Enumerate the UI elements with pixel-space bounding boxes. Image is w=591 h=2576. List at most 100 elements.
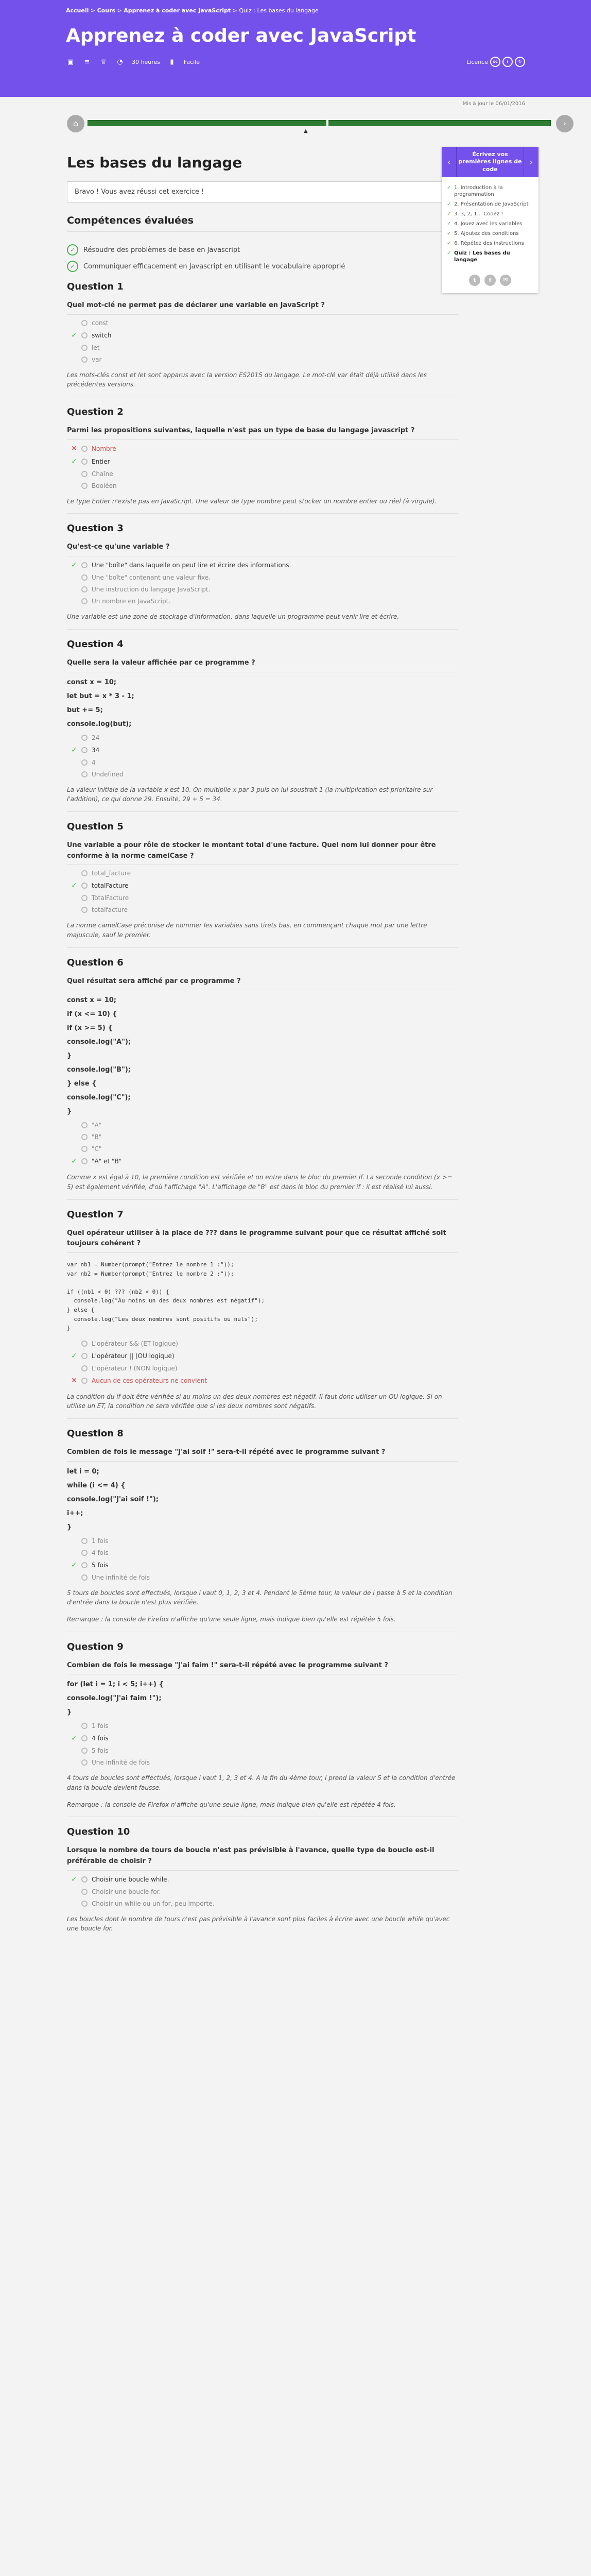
check-icon: ✓ bbox=[71, 1157, 77, 1166]
answer-option: 5 fois bbox=[71, 1747, 458, 1754]
answer-option: Choisir un while ou un for, peu importe. bbox=[71, 1900, 458, 1907]
code-line: console.log("B"); bbox=[67, 1066, 131, 1074]
answer-label: Entier bbox=[92, 457, 110, 465]
question-block: Question 10 Lorsque le nombre de tours de… bbox=[67, 1826, 458, 1941]
home-icon[interactable]: ⌂ bbox=[67, 115, 84, 132]
answer-label: Chaîne bbox=[92, 470, 113, 478]
answer-option: Une infinité de fois bbox=[71, 1759, 458, 1766]
question-text: Quel opérateur utiliser à la place de ??… bbox=[67, 1228, 458, 1253]
answer-option: ✓ 5 fois bbox=[71, 1561, 458, 1569]
course-level: Facile bbox=[183, 58, 200, 65]
answer-label: Une instruction du langage JavaScript. bbox=[92, 586, 211, 594]
question-text: Quelle sera la valeur affichée par ce pr… bbox=[67, 658, 458, 672]
code-line: console.log("J'ai faim !"); bbox=[67, 1694, 162, 1703]
radio-icon bbox=[81, 1735, 88, 1742]
answer-option: L'opérateur && (ET logique) bbox=[71, 1340, 458, 1347]
answer-option: Undefined bbox=[71, 771, 458, 778]
answer-option: Chaîne bbox=[71, 470, 458, 478]
facebook-icon[interactable]: f bbox=[484, 274, 496, 286]
toc-item[interactable]: ✓ 4. Jouez avec les variables bbox=[447, 221, 533, 227]
answer-label: 5 fois bbox=[92, 1561, 109, 1569]
answer-label: 4 fois bbox=[92, 1735, 109, 1742]
radio-icon bbox=[81, 1352, 88, 1359]
level-icon: ▮ bbox=[170, 58, 174, 66]
toc-item-label: 4. Jouez avec les variables bbox=[454, 221, 523, 227]
prev-chapter-icon[interactable]: ‹ bbox=[442, 150, 456, 174]
code-line: if (x <= 10) { bbox=[67, 1010, 117, 1019]
answer-label: L'opérateur || (OU logique) bbox=[92, 1352, 175, 1360]
breadcrumb-home[interactable]: Accueil bbox=[66, 7, 89, 14]
radio-icon bbox=[81, 586, 88, 593]
check-icon: ✓ bbox=[71, 745, 77, 754]
radio-icon bbox=[81, 1340, 88, 1347]
share-buttons: t f ✉ bbox=[442, 270, 538, 293]
answer-label: Choisir un while ou un for, peu importe. bbox=[92, 1900, 215, 1907]
explanation: Les boucles dont le nombre de tours n'es… bbox=[67, 1915, 450, 1933]
check-icon: ✓ bbox=[71, 1734, 77, 1743]
answer-label: 34 bbox=[92, 746, 100, 754]
question-title: Question 5 bbox=[67, 821, 124, 832]
question-block: Question 2 Parmi les propositions suivant… bbox=[67, 406, 458, 514]
next-icon[interactable]: › bbox=[556, 115, 573, 132]
check-icon: ✓ bbox=[71, 561, 77, 570]
radio-icon bbox=[81, 562, 88, 569]
code-line: i++; bbox=[67, 1509, 83, 1517]
progress-divider bbox=[326, 119, 328, 127]
answer-option: total_facture bbox=[71, 870, 458, 877]
video-icon: ▣ bbox=[67, 58, 74, 66]
toc-item[interactable]: ✓ 6. Répétez des instructions bbox=[447, 240, 533, 247]
question-text: Lorsque le nombre de tours de boucle n'e… bbox=[67, 1845, 458, 1871]
divider bbox=[67, 629, 458, 630]
radio-icon bbox=[81, 771, 88, 777]
radio-icon bbox=[81, 356, 88, 363]
next-chapter-icon[interactable]: › bbox=[524, 150, 538, 174]
answer-label: 1 fois bbox=[92, 1537, 109, 1545]
answer-option: ✓ Une "boîte" dans laquelle on peut lire… bbox=[71, 561, 458, 569]
radio-icon bbox=[81, 319, 88, 326]
answer-option: ✓ Entier bbox=[71, 457, 458, 466]
question-title: Question 10 bbox=[67, 1826, 130, 1838]
answer-label: "A" et "B" bbox=[92, 1158, 122, 1165]
answer-option: Choisir une boucle for. bbox=[71, 1888, 458, 1895]
question-block: Question 8 Combien de fois le message "J'… bbox=[67, 1428, 458, 1632]
twitter-icon[interactable]: t bbox=[469, 274, 480, 286]
answer-option: Une infinité de fois bbox=[71, 1574, 458, 1581]
radio-icon bbox=[81, 1900, 88, 1907]
answer-label: 5 fois bbox=[92, 1747, 109, 1755]
code-line: console.log("C"); bbox=[67, 1094, 131, 1102]
answer-label: L'opérateur && (ET logique) bbox=[92, 1340, 178, 1347]
answer-label: Undefined bbox=[92, 770, 124, 778]
answer-label: L'opérateur ! (NON logique) bbox=[92, 1364, 178, 1372]
toc-item[interactable]: ✓ 3. 3, 2, 1... Codez ! bbox=[447, 211, 533, 217]
question-title: Question 4 bbox=[67, 638, 124, 650]
answer-option: ✓ "A" et "B" bbox=[71, 1157, 458, 1165]
explanation: Le type Entier n'existe pas en JavaScrip… bbox=[67, 497, 437, 505]
email-icon[interactable]: ✉ bbox=[500, 274, 511, 286]
toc-item[interactable]: ✓ 5. Ajoutez des conditions bbox=[447, 230, 533, 237]
answer-option: var bbox=[71, 356, 458, 363]
question-block: Question 6 Quel résultat sera affiché par… bbox=[67, 957, 458, 1200]
answer-label: "C" bbox=[92, 1145, 102, 1153]
radio-icon bbox=[81, 734, 88, 741]
skills-list: ✓ Résoudre des problèmes de base en Javas… bbox=[67, 231, 458, 272]
questions-list: Question 1 Quel mot-clé ne permet pas de … bbox=[67, 281, 458, 1941]
check-icon: ✓ bbox=[447, 211, 451, 217]
toc-item[interactable]: ✓ Quiz : Les bases du langage bbox=[447, 250, 533, 263]
toc-item[interactable]: ✓ 1. Introduction à la programmation bbox=[447, 184, 533, 198]
check-icon: ✓ bbox=[447, 184, 451, 191]
divider bbox=[67, 947, 458, 948]
code-line: while (i <= 4) { bbox=[67, 1481, 126, 1489]
question-title: Question 8 bbox=[67, 1428, 124, 1439]
question-text: Combien de fois le message "J'ai soif !"… bbox=[67, 1447, 458, 1462]
code-line: } bbox=[67, 1523, 72, 1531]
text-icon: ≡ bbox=[84, 58, 90, 66]
answer-option: TotalFacture bbox=[71, 894, 458, 902]
answer-label: totalFacture bbox=[92, 882, 129, 890]
course-progress: ⌂ ▲ › bbox=[62, 115, 577, 134]
breadcrumb-course[interactable]: Apprenez à coder avec JavaScript bbox=[124, 7, 231, 14]
radio-icon bbox=[81, 1888, 88, 1895]
check-icon: ✓ bbox=[447, 240, 451, 246]
toc-item[interactable]: ✓ 2. Présentation de JavaScript bbox=[447, 201, 533, 208]
breadcrumb-courses[interactable]: Cours bbox=[97, 7, 115, 14]
question-title: Question 7 bbox=[67, 1209, 124, 1220]
